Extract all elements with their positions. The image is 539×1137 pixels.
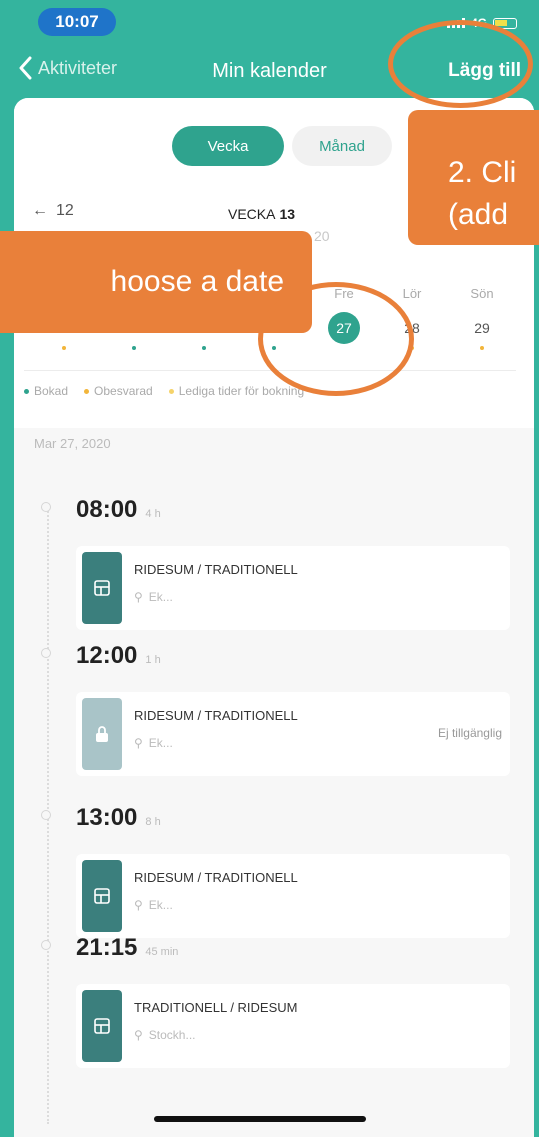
location-text: Ek... <box>148 590 173 604</box>
week-label: VECKA 13 <box>228 206 295 222</box>
activity-card[interactable]: TRADITIONELL / RIDESUM ⚲ Stockh... <box>76 984 510 1068</box>
slot-duration: 45 min <box>145 946 179 958</box>
day-dot <box>480 346 484 350</box>
legend-dot <box>84 388 90 394</box>
home-indicator <box>154 1116 366 1122</box>
pin-icon: ⚲ <box>134 1028 143 1042</box>
slot-duration: 1 h <box>145 654 161 666</box>
tab-month[interactable]: Månad <box>292 126 392 166</box>
pin-icon: ⚲ <box>134 590 143 604</box>
highlight-ring-add <box>388 20 533 108</box>
location-text: Stockh... <box>148 1028 196 1042</box>
activity-name: RIDESUM / TRADITIONELL <box>134 708 298 723</box>
legend-item-obesvarad: Obesvarad <box>84 384 153 398</box>
timeline-marker <box>41 648 51 658</box>
slot-time: 21:15 45 min <box>76 934 178 962</box>
legend-dot <box>24 388 29 394</box>
activity-icon <box>82 990 122 1062</box>
slot-time: 12:00 1 h <box>76 642 161 670</box>
activity-name: RIDESUM / TRADITIONELL <box>134 562 298 577</box>
timeline-marker <box>41 502 51 512</box>
slot-duration: 8 h <box>145 816 161 828</box>
timeline-marker <box>41 940 51 950</box>
callout-add: 2. Cli (add <box>408 110 539 245</box>
slot-duration: 4 h <box>145 508 161 520</box>
slot-time: 13:00 8 h <box>76 804 161 832</box>
legend-item-bokad: Bokad <box>24 384 68 398</box>
pin-icon: ⚲ <box>134 898 143 912</box>
arrow-left-icon: ← <box>32 202 48 219</box>
callout-add-line2: (add <box>448 198 509 231</box>
tab-week[interactable]: Vecka <box>172 126 284 166</box>
day-son[interactable]: Sön 29 <box>462 286 502 350</box>
activity-name: TRADITIONELL / RIDESUM <box>134 1000 298 1015</box>
status-badge: Ej tillgänglig <box>437 726 502 740</box>
date-heading: Mar 27, 2020 <box>34 436 111 451</box>
legend: Bokad Obesvarad Lediga tider för bokning <box>24 384 304 398</box>
slot-time: 08:00 4 h <box>76 496 161 524</box>
activity-icon <box>82 552 122 624</box>
day-name: Sön <box>470 286 494 301</box>
slot-time-value: 13:00 <box>76 804 138 831</box>
activity-card[interactable]: RIDESUM / TRADITIONELL ⚲ Ek... Ej tillgän… <box>76 692 510 776</box>
activity-location: ⚲ Ek... <box>134 590 173 604</box>
week-number: 13 <box>279 206 296 222</box>
highlight-ring-date <box>258 282 414 396</box>
week-year: 20 <box>314 228 330 244</box>
legend-item-lediga: Lediga tider för bokning <box>168 384 305 398</box>
activity-location: ⚲ Ek... <box>134 736 173 750</box>
slot-time-value: 12:00 <box>76 642 138 669</box>
slot-time-value: 21:15 <box>76 934 138 961</box>
status-time: 10:07 <box>38 8 116 36</box>
activity-name: RIDESUM / TRADITIONELL <box>134 870 298 885</box>
day-name: Lör <box>402 286 422 301</box>
activity-location: ⚲ Stockh... <box>134 1028 195 1042</box>
pin-icon: ⚲ <box>134 736 143 750</box>
legend-label: Bokad <box>34 384 69 398</box>
location-text: Ek... <box>148 898 173 912</box>
day-number: 29 <box>474 320 490 336</box>
prev-week-button[interactable]: ← 12 <box>32 202 74 220</box>
activity-location: ⚲ Ek... <box>134 898 173 912</box>
day-dot <box>62 346 66 350</box>
legend-label: Lediga tider för bokning <box>178 384 305 398</box>
day-dot <box>132 346 136 350</box>
lock-icon <box>82 698 122 770</box>
activity-card[interactable]: RIDESUM / TRADITIONELL ⚲ Ek... <box>76 546 510 630</box>
prev-week-number: 12 <box>56 202 74 219</box>
legend-label: Obesvarad <box>94 384 153 398</box>
location-text: Ek... <box>148 736 173 750</box>
legend-dot <box>168 388 174 394</box>
activity-icon <box>82 860 122 932</box>
slot-time-value: 08:00 <box>76 496 138 523</box>
week-label-text: VECKA <box>228 206 276 222</box>
callout-add-line1: 2. Cli <box>448 156 517 189</box>
timeline-marker <box>41 810 51 820</box>
day-dot <box>202 346 206 350</box>
activity-card[interactable]: RIDESUM / TRADITIONELL ⚲ Ek... <box>76 854 510 938</box>
